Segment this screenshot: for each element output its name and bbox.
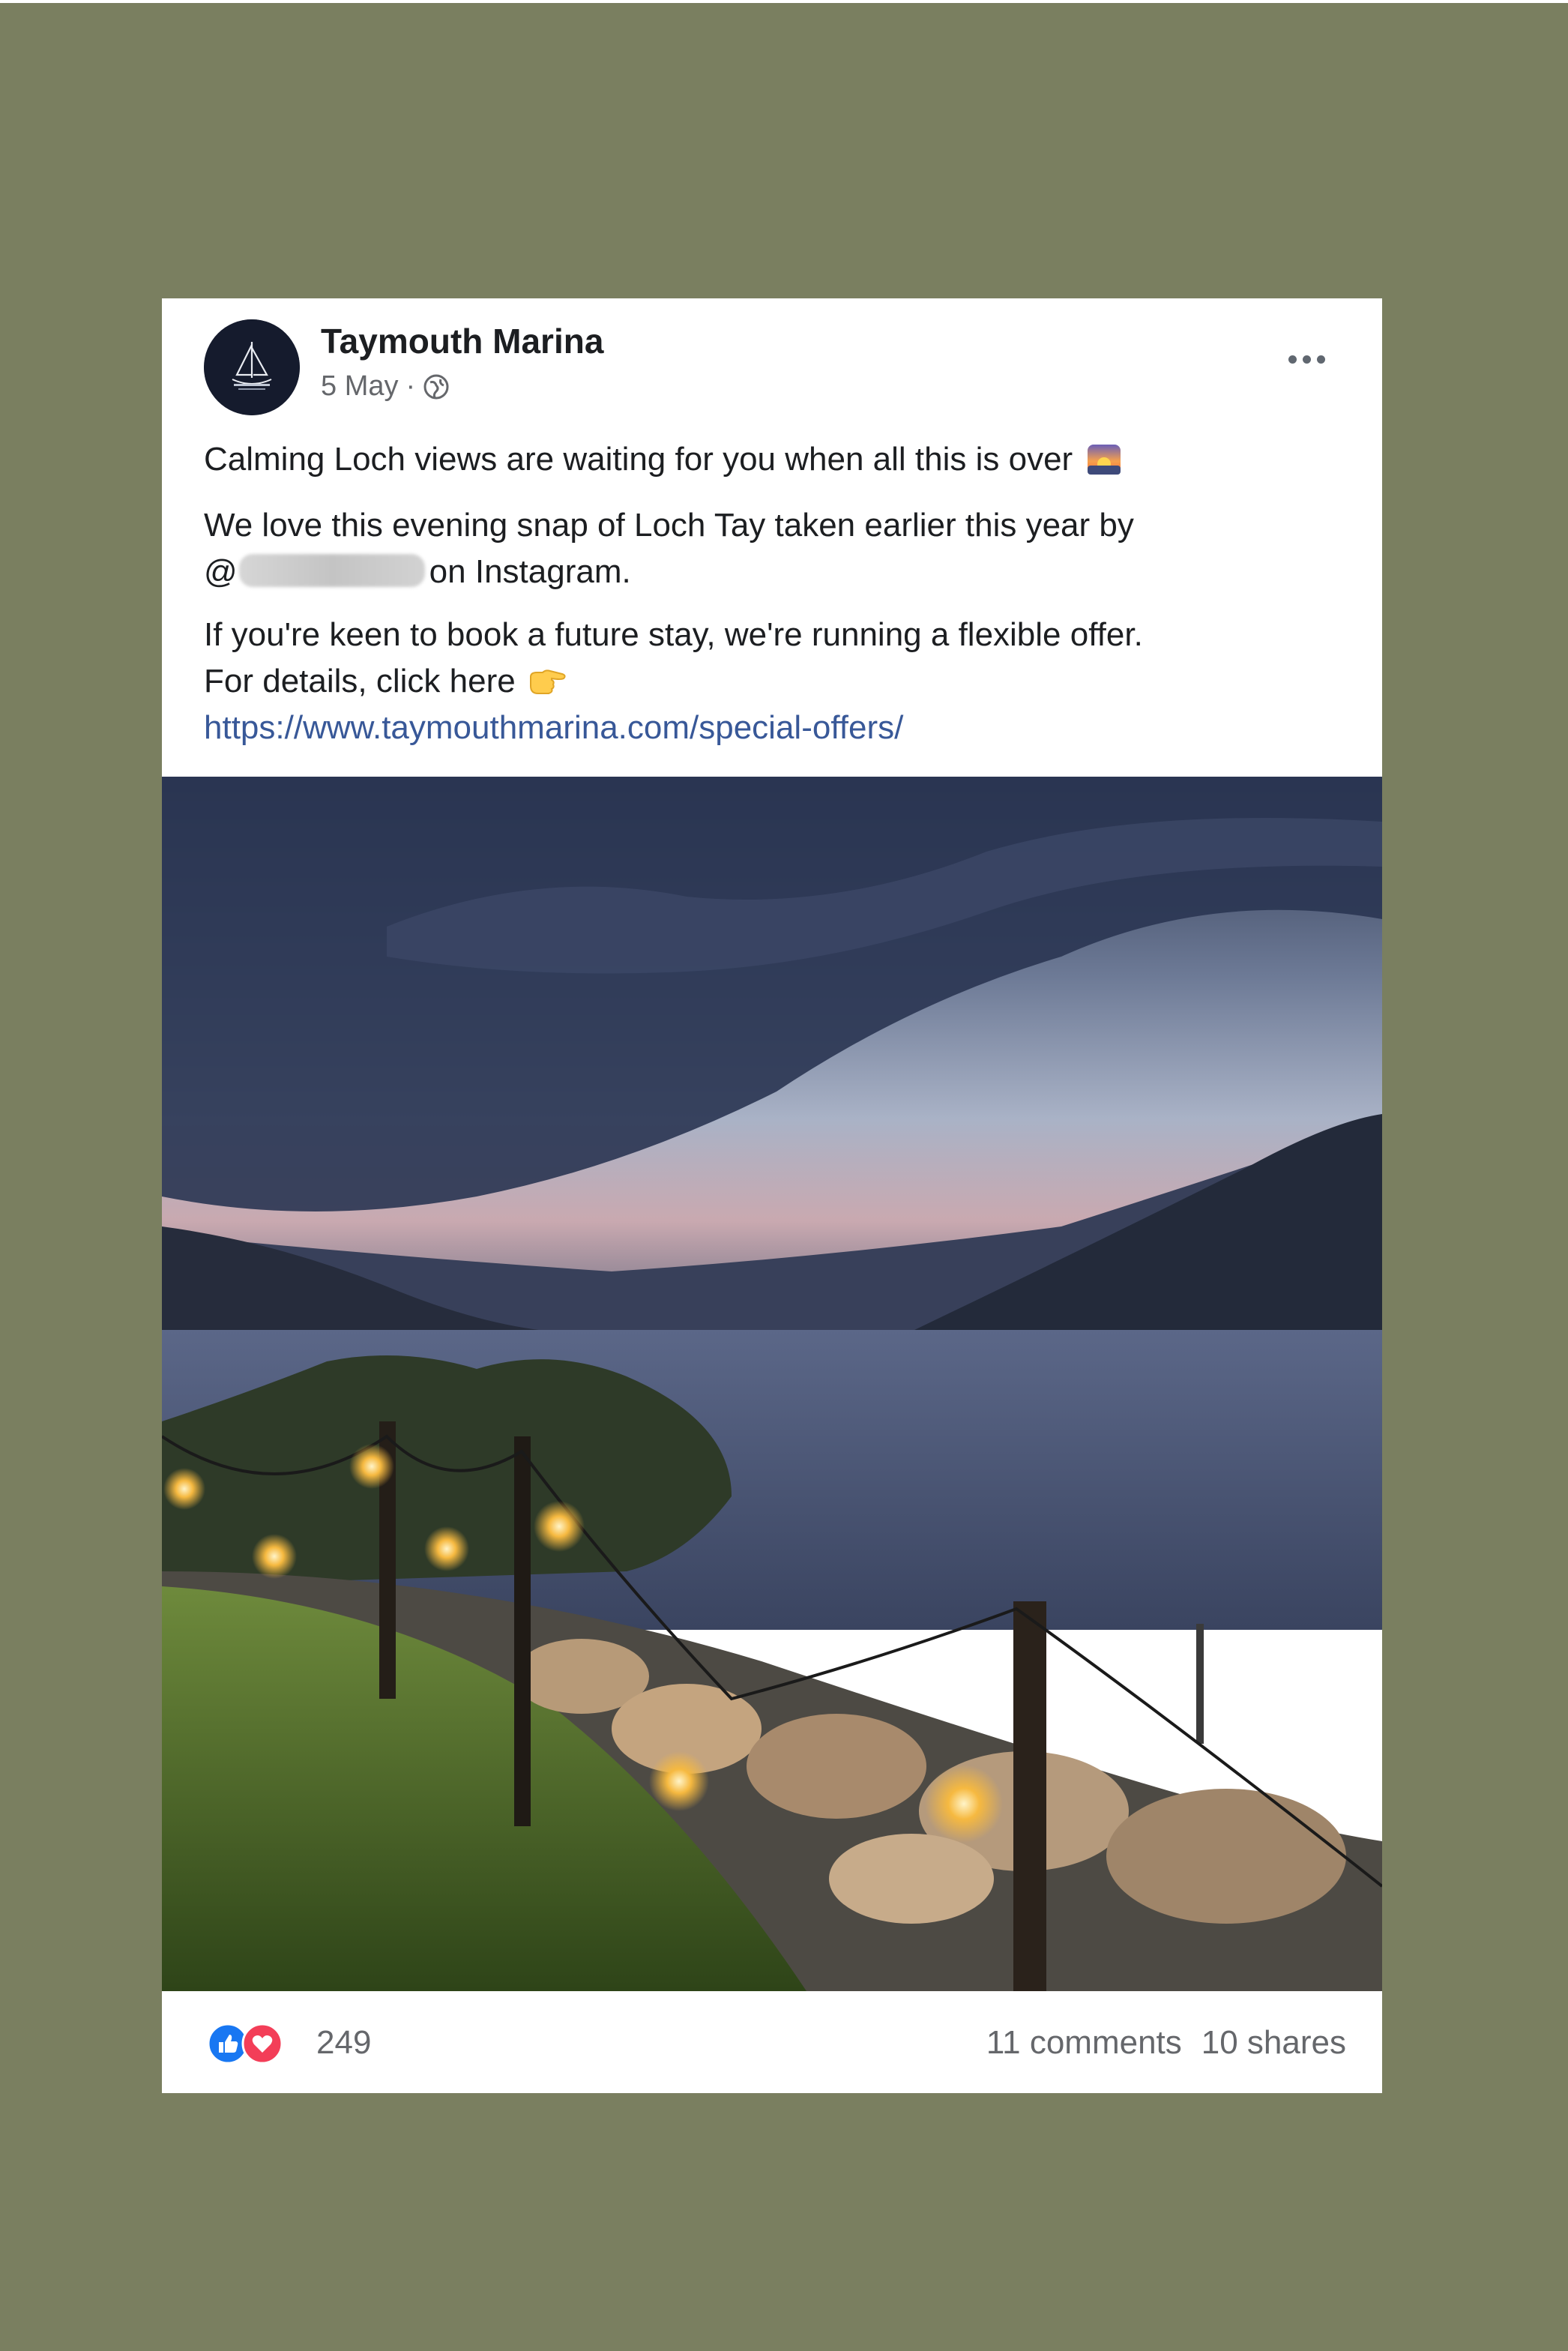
love-icon (241, 2023, 283, 2065)
meta-separator: · (405, 370, 416, 402)
blurred-username (238, 554, 425, 587)
page-name[interactable]: Taymouth Marina (321, 321, 603, 361)
post-text-line-2: We love this evening snap of Loch Tay ta… (204, 507, 1134, 544)
post-text-line-1: Calming Loch views are waiting for you w… (204, 436, 1122, 483)
post-text-line-5: For details, click here (204, 658, 567, 705)
handle-prefix: @ (204, 553, 238, 590)
engagement-counts: 11 comments 10 shares (986, 2024, 1346, 2062)
comments-count[interactable]: 11 comments (986, 2024, 1182, 2062)
post-text-line-3: @ on Instagram. (204, 549, 631, 595)
reaction-icons[interactable] (207, 2023, 283, 2065)
post-meta: 5 May · (321, 370, 450, 403)
post-text-line-1-text: Calming Loch views are waiting for you w… (204, 441, 1073, 478)
post-footer: 249 11 comments 10 shares (162, 1991, 1382, 2093)
special-offers-link[interactable]: https://www.taymouthmarina.com/special-o… (204, 705, 903, 751)
post-text-line-5-text: For details, click here (204, 663, 516, 699)
post-text-line-4: If you're keen to book a future stay, we… (204, 616, 1143, 653)
facebook-post: Taymouth Marina 5 May · Calming Loch vie… (162, 298, 1382, 2093)
sunset-emoji-icon (1088, 445, 1121, 475)
handle-suffix: on Instagram. (429, 553, 631, 590)
pointing-right-emoji-icon (529, 669, 566, 694)
reaction-count[interactable]: 249 (316, 2024, 371, 2062)
shares-count[interactable]: 10 shares (1201, 2024, 1346, 2062)
page-avatar[interactable] (204, 319, 300, 415)
top-edge (0, 0, 1568, 3)
globe-icon (423, 374, 449, 399)
more-options-icon[interactable] (1288, 355, 1325, 364)
sailboat-logo-icon (204, 319, 300, 415)
post-date[interactable]: 5 May (321, 370, 398, 403)
loch-tay-photo[interactable] (162, 777, 1382, 1991)
